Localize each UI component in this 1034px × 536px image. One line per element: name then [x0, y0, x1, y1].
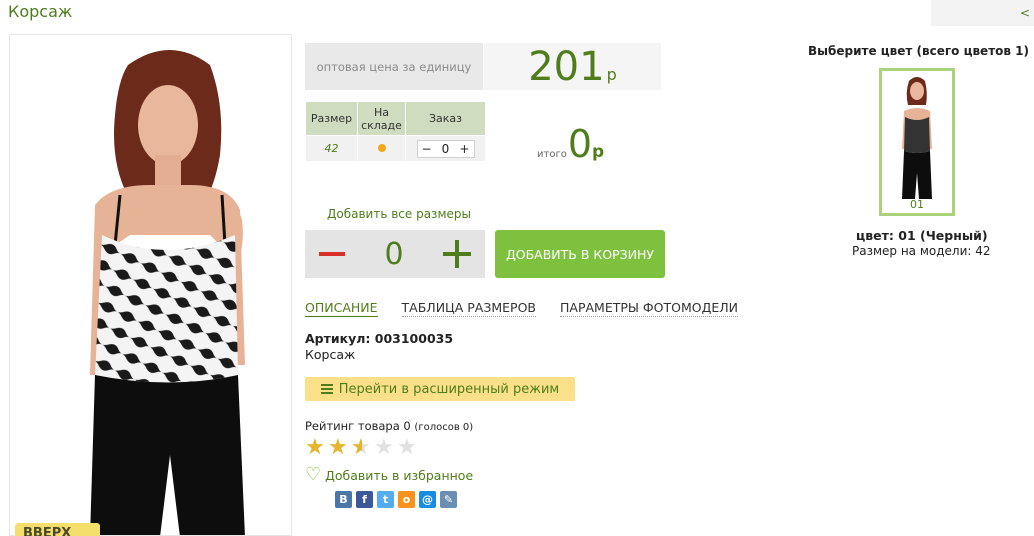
add-to-cart-button[interactable]: ДОБАВИТЬ В КОРЗИНУ: [495, 230, 665, 278]
in-stock-dot-icon: [377, 144, 386, 152]
price-amount: 201: [528, 44, 605, 90]
color-heading: Выберите цвет (всего цветов 1): [808, 44, 1029, 58]
facebook-icon[interactable]: f: [356, 491, 373, 508]
price-label: оптовая цена за единицу: [305, 43, 483, 90]
column-order: Заказ: [405, 101, 486, 136]
rating-star-icon[interactable]: ★★: [328, 437, 350, 459]
add-to-favorites[interactable]: ♡ Добавить в избранное: [305, 466, 473, 484]
advanced-mode-button[interactable]: Перейти в расширенный режим: [305, 377, 575, 401]
increment-button[interactable]: +: [459, 142, 469, 156]
size-cell: 42: [305, 135, 358, 162]
color-swatch[interactable]: 01: [879, 68, 955, 216]
scroll-up-button[interactable]: ВВЕРХ: [15, 523, 100, 536]
tab-description[interactable]: ОПИСАНИЕ: [305, 300, 378, 317]
rating-star-icon[interactable]: ★★: [374, 437, 396, 459]
livejournal-icon[interactable]: ✎: [440, 491, 457, 508]
rating-text: Рейтинг товара 0 (голосов 0): [305, 419, 473, 433]
plus-icon[interactable]: [443, 240, 471, 268]
product-tabs: ОПИСАНИЕ ТАБЛИЦА РАЗМЕРОВ ПАРАМЕТРЫ ФОТО…: [305, 300, 739, 317]
swatch-label: 01: [910, 198, 924, 211]
quantity-value[interactable]: 0: [384, 237, 403, 272]
product-name: Корсаж: [305, 347, 356, 362]
social-share-bar: Вf t о @ ✎: [335, 491, 457, 508]
column-size: Размер: [305, 101, 358, 136]
rating-star-icon[interactable]: ★★: [305, 437, 327, 459]
row-quantity-value[interactable]: 0: [442, 142, 450, 156]
selected-color: цвет: 01 (Черный): [856, 228, 988, 243]
vk-icon[interactable]: В: [335, 491, 352, 508]
advanced-mode-label: Перейти в расширенный режим: [338, 381, 560, 397]
back-link[interactable]: <: [931, 0, 1034, 26]
product-photo[interactable]: [9, 34, 292, 536]
column-in-stock: На складе: [357, 101, 406, 136]
minus-icon[interactable]: [319, 252, 345, 256]
list-icon: [320, 384, 333, 394]
twitter-icon[interactable]: t: [377, 491, 394, 508]
model-size: Размер на модели: 42: [852, 244, 991, 258]
mailru-icon[interactable]: @: [419, 491, 436, 508]
rating-stars[interactable]: ★★★★★★★★★★: [305, 437, 419, 459]
order-cell: − 0 +: [405, 135, 486, 162]
order-total: итого 0 р: [537, 124, 604, 164]
quantity-stepper: 0: [305, 230, 485, 278]
add-all-sizes-link[interactable]: Добавить все размеры: [327, 207, 471, 221]
page-title: Корсаж: [8, 2, 73, 21]
rating-votes: (голосов 0): [414, 422, 474, 433]
heart-icon: ♡: [305, 464, 322, 485]
total-currency: р: [592, 142, 605, 162]
rating-star-icon[interactable]: ★★: [351, 437, 373, 459]
price-value: 201 р: [484, 43, 661, 90]
size-table: Размер На складе Заказ 42 − 0 +: [305, 101, 486, 162]
total-amount: 0: [567, 122, 593, 166]
odnoklassniki-icon[interactable]: о: [398, 491, 415, 508]
table-row: 42 − 0 +: [305, 135, 486, 162]
tab-model-params[interactable]: ПАРАМЕТРЫ ФОТОМОДЕЛИ: [560, 300, 739, 317]
total-label: итого: [537, 149, 567, 160]
tab-size-chart[interactable]: ТАБЛИЦА РАЗМЕРОВ: [401, 300, 537, 317]
decrement-button[interactable]: −: [422, 142, 432, 156]
row-quantity-stepper[interactable]: − 0 +: [416, 139, 475, 158]
product-sku: Артикул: 003100035: [305, 331, 454, 346]
favorites-label: Добавить в избранное: [325, 467, 474, 483]
rating-label: Рейтинг товара 0: [305, 419, 411, 433]
rating-star-icon[interactable]: ★★: [397, 437, 419, 459]
stock-cell: [357, 135, 406, 162]
price-currency: р: [606, 65, 617, 84]
